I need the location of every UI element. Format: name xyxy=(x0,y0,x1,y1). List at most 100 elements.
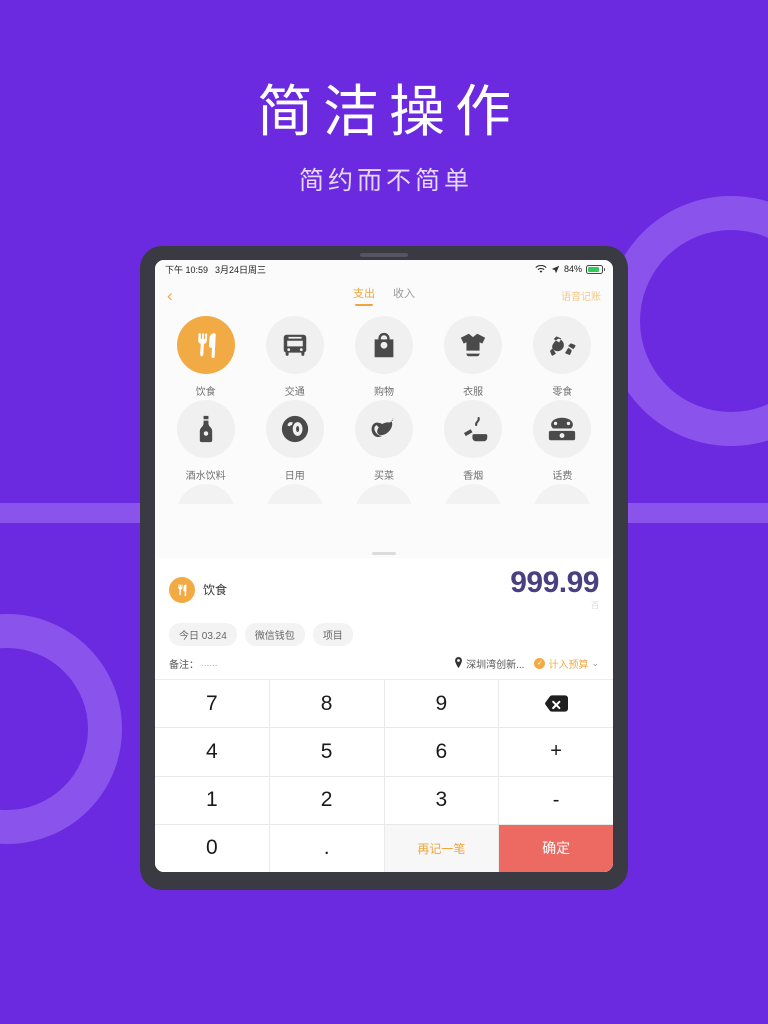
vegetables-icon xyxy=(354,400,413,458)
map-pin-icon xyxy=(454,656,463,671)
amount-display[interactable]: 999.99 百 xyxy=(510,568,599,611)
tag-date[interactable]: 今日 03.24 xyxy=(169,623,237,646)
key-9[interactable]: 9 xyxy=(384,680,499,728)
category-label: 买菜 xyxy=(373,471,394,482)
bottle-icon xyxy=(176,400,235,458)
amount-value: 999.99 xyxy=(510,566,599,599)
note-label: 备注： xyxy=(169,660,199,671)
device-speaker xyxy=(360,253,408,257)
category-label: 交通 xyxy=(284,387,305,398)
category-row-2: 酒水饮料 日用 买菜 香烟 话费 xyxy=(155,400,613,482)
category-label: 饮食 xyxy=(195,387,216,398)
battery-percent-label: 84% xyxy=(563,264,582,274)
entry-summary-row: 饮食 999.99 百 xyxy=(169,568,599,611)
category-circle-partial xyxy=(265,484,324,504)
chevron-down-icon: ⌄ xyxy=(591,658,599,668)
key-plus[interactable]: + xyxy=(499,728,613,776)
decorative-ring-right xyxy=(606,196,768,446)
cigarette-ashtray-icon xyxy=(444,400,503,458)
category-label: 话费 xyxy=(552,471,573,482)
entry-panel: 饮食 999.99 百 今日 03.24 微信钱包 项目 备注： ...... xyxy=(155,558,613,679)
backspace-icon xyxy=(544,695,568,712)
note-row-right: 深圳湾创新... ✓ 计入预算 ⌄ xyxy=(454,656,599,671)
category-row-3-partial[interactable] xyxy=(155,484,613,504)
status-bar-right: 84% xyxy=(535,264,605,274)
key-4[interactable]: 4 xyxy=(155,728,269,776)
cutlery-icon xyxy=(176,316,235,374)
key-3[interactable]: 3 xyxy=(384,776,499,824)
category-item-snacks[interactable]: 零食 xyxy=(524,316,600,398)
toilet-paper-icon xyxy=(265,400,324,458)
note-input[interactable]: ...... xyxy=(201,658,218,669)
tshirt-icon xyxy=(444,316,503,374)
key-confirm[interactable]: 确定 xyxy=(499,824,613,872)
key-dot[interactable]: . xyxy=(269,824,384,872)
wifi-icon xyxy=(535,264,547,274)
key-5[interactable]: 5 xyxy=(269,728,384,776)
category-label: 香烟 xyxy=(463,471,484,482)
category-item-food[interactable]: 饮食 xyxy=(168,316,244,398)
key-8[interactable]: 8 xyxy=(269,680,384,728)
cutlery-icon xyxy=(169,576,195,603)
category-item-drinks[interactable]: 酒水饮料 xyxy=(168,400,244,482)
sheet-drag-handle[interactable] xyxy=(372,552,396,555)
app-navbar: ‹ 支出 收入 语音记账 xyxy=(155,278,613,312)
amount-unit-hint: 百 xyxy=(591,601,599,610)
key-2[interactable]: 2 xyxy=(269,776,384,824)
location-arrow-icon xyxy=(551,265,560,274)
device-screen: 下午 10:59 3月24日周三 84% ‹ 支出 收入 语音记账 饮食 交通 … xyxy=(155,260,613,872)
category-circle-partial xyxy=(176,484,235,504)
entry-tags: 今日 03.24 微信钱包 项目 xyxy=(169,623,599,646)
category-item-cigarettes[interactable]: 香烟 xyxy=(435,400,511,482)
promo-page: 简洁操作 简约而不简单 下午 10:59 3月24日周三 84% ‹ 支出 收入… xyxy=(0,0,768,1024)
category-label: 酒水饮料 xyxy=(185,471,226,482)
category-circle-partial xyxy=(533,484,592,504)
location-label: 深圳湾创新... xyxy=(466,660,525,671)
candy-icon xyxy=(533,316,592,374)
tag-account[interactable]: 微信钱包 xyxy=(244,623,305,646)
status-time: 下午 10:59 xyxy=(165,264,209,275)
selected-category-label: 饮食 xyxy=(203,583,228,597)
status-bar-left: 下午 10:59 3月24日周三 xyxy=(165,263,266,276)
key-1[interactable]: 1 xyxy=(155,776,269,824)
key-7[interactable]: 7 xyxy=(155,680,269,728)
category-grid: 饮食 交通 购物 衣服 零食 酒水饮料 日用 买菜 香烟 话费 xyxy=(155,312,613,558)
category-label: 购物 xyxy=(373,387,394,398)
status-date: 3月24日周三 xyxy=(215,264,267,275)
key-add-another[interactable]: 再记一笔 xyxy=(384,824,499,872)
selected-category[interactable]: 饮食 xyxy=(169,576,228,603)
category-row-1: 饮食 交通 购物 衣服 零食 xyxy=(155,316,613,398)
shopping-bag-icon xyxy=(354,316,413,374)
category-label: 衣服 xyxy=(463,387,484,398)
tablet-device-frame: 下午 10:59 3月24日周三 84% ‹ 支出 收入 语音记账 饮食 交通 … xyxy=(140,246,628,890)
category-item-phonebill[interactable]: 话费 xyxy=(524,400,600,482)
budget-toggle[interactable]: ✓ 计入预算 ⌄ xyxy=(534,656,599,671)
category-item-daily[interactable]: 日用 xyxy=(257,400,333,482)
category-circle-partial xyxy=(354,484,413,504)
tab-expense[interactable]: 支出 xyxy=(353,285,375,306)
budget-label: 计入预算 xyxy=(548,660,589,671)
key-0[interactable]: 0 xyxy=(155,824,269,872)
location-selector[interactable]: 深圳湾创新... xyxy=(454,656,524,671)
page-subtitle: 简约而不简单 xyxy=(298,167,473,196)
entry-note-row: 备注： ...... 深圳湾创新... ✓ 计入预算 ⌄ xyxy=(169,656,599,671)
decorative-ring-left xyxy=(0,614,122,844)
category-circle-partial xyxy=(444,484,503,504)
key-backspace[interactable] xyxy=(499,680,613,728)
key-minus[interactable]: - xyxy=(499,776,613,824)
hero-text-block: 简洁操作 简约而不简单 xyxy=(0,78,768,197)
tag-project[interactable]: 项目 xyxy=(312,623,353,646)
category-item-groceries[interactable]: 买菜 xyxy=(346,400,422,482)
battery-charging-icon xyxy=(586,264,605,274)
tab-income[interactable]: 收入 xyxy=(393,285,415,306)
category-item-shopping[interactable]: 购物 xyxy=(346,316,422,398)
check-circle-icon: ✓ xyxy=(534,658,546,669)
category-label: 零食 xyxy=(552,387,573,398)
key-6[interactable]: 6 xyxy=(384,728,499,776)
nav-tabs: 支出 收入 xyxy=(155,285,613,306)
category-label: 日用 xyxy=(284,471,305,482)
numeric-keypad: 7 8 9 4 5 6 + 1 2 3 - 0 . 再记一笔 确定 xyxy=(155,679,613,872)
category-item-clothes[interactable]: 衣服 xyxy=(435,316,511,398)
category-item-transport[interactable]: 交通 xyxy=(257,316,333,398)
telephone-icon xyxy=(533,400,592,458)
